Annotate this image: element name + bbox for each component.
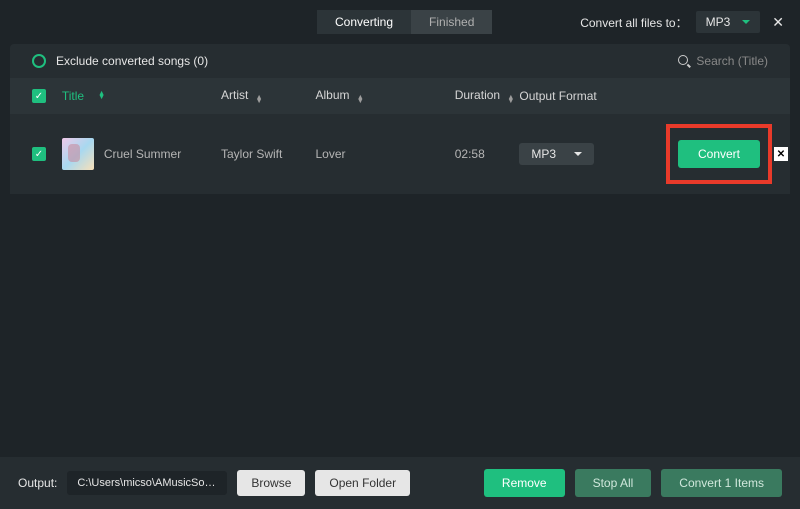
- bottom-bar: Output: C:\Users\micso\AMusicSoft\... Br…: [0, 457, 800, 509]
- bottom-right-actions: Remove Stop All Convert 1 Items: [484, 469, 782, 497]
- tab-finished[interactable]: Finished: [411, 10, 492, 34]
- top-right-controls: Convert all files to： MP3 ✕: [580, 11, 788, 33]
- remove-button[interactable]: Remove: [484, 469, 565, 497]
- global-format-value: MP3: [706, 15, 731, 29]
- album-art: [62, 138, 94, 170]
- browse-button[interactable]: Browse: [237, 470, 305, 496]
- chevron-down-icon: [574, 152, 582, 156]
- header-title-text: Title: [62, 89, 84, 103]
- header-duration-text: Duration: [455, 88, 500, 102]
- header-format-text: Output Format: [519, 89, 596, 103]
- search-icon: [678, 55, 690, 67]
- output-label: Output:: [18, 476, 57, 490]
- exclude-converted-label[interactable]: Exclude converted songs (0): [56, 54, 208, 68]
- top-bar: Converting Finished Convert all files to…: [0, 0, 800, 44]
- table-row: ✓ Cruel Summer Taylor Swift Lover 02:58 …: [10, 114, 790, 194]
- table-header: ✓ Title ▲▼ Artist ▲▼ Album ▲▼ Duration ▲…: [10, 78, 790, 114]
- header-artist[interactable]: Artist ▲▼: [221, 88, 315, 104]
- convert-highlight-box: Convert: [666, 124, 772, 184]
- select-all-checkbox[interactable]: ✓: [32, 89, 46, 103]
- tab-group: Converting Finished: [317, 10, 492, 34]
- open-folder-button[interactable]: Open Folder: [315, 470, 410, 496]
- close-icon[interactable]: ✕: [768, 14, 788, 31]
- convert-all-label: Convert all files to：: [580, 14, 687, 31]
- row-artist: Taylor Swift: [221, 147, 315, 161]
- toolbar-row: Exclude converted songs (0) Search (Titl…: [10, 44, 790, 78]
- row-delete-icon[interactable]: ✕: [774, 147, 788, 161]
- refresh-ring-icon[interactable]: [32, 54, 46, 68]
- row-duration: 02:58: [455, 147, 520, 161]
- convert-button[interactable]: Convert: [678, 140, 760, 168]
- row-format-value: MP3: [531, 147, 556, 161]
- header-output-format: Output Format: [519, 89, 648, 103]
- sort-icon: ▲▼: [507, 96, 514, 104]
- chevron-down-icon: [742, 20, 750, 24]
- row-title: Cruel Summer: [104, 147, 181, 161]
- row-album: Lover: [315, 147, 454, 161]
- sort-icon: ▲▼: [256, 96, 263, 104]
- search-box[interactable]: Search (Title): [678, 54, 768, 68]
- sort-icon: ▲▼: [98, 92, 105, 100]
- header-album[interactable]: Album ▲▼: [315, 88, 454, 104]
- sort-icon: ▲▼: [357, 96, 364, 104]
- convert-items-button[interactable]: Convert 1 Items: [661, 469, 782, 497]
- search-placeholder: Search (Title): [696, 54, 768, 68]
- header-duration[interactable]: Duration ▲▼: [455, 88, 520, 104]
- stop-all-button[interactable]: Stop All: [575, 469, 652, 497]
- row-format-select[interactable]: MP3: [519, 143, 594, 165]
- header-artist-text: Artist: [221, 88, 248, 102]
- global-format-select[interactable]: MP3: [696, 11, 761, 33]
- row-checkbox[interactable]: ✓: [32, 147, 46, 161]
- output-path-field[interactable]: C:\Users\micso\AMusicSoft\...: [67, 471, 227, 495]
- header-title[interactable]: Title ▲▼: [62, 89, 221, 103]
- header-album-text: Album: [315, 88, 349, 102]
- tab-converting[interactable]: Converting: [317, 10, 411, 34]
